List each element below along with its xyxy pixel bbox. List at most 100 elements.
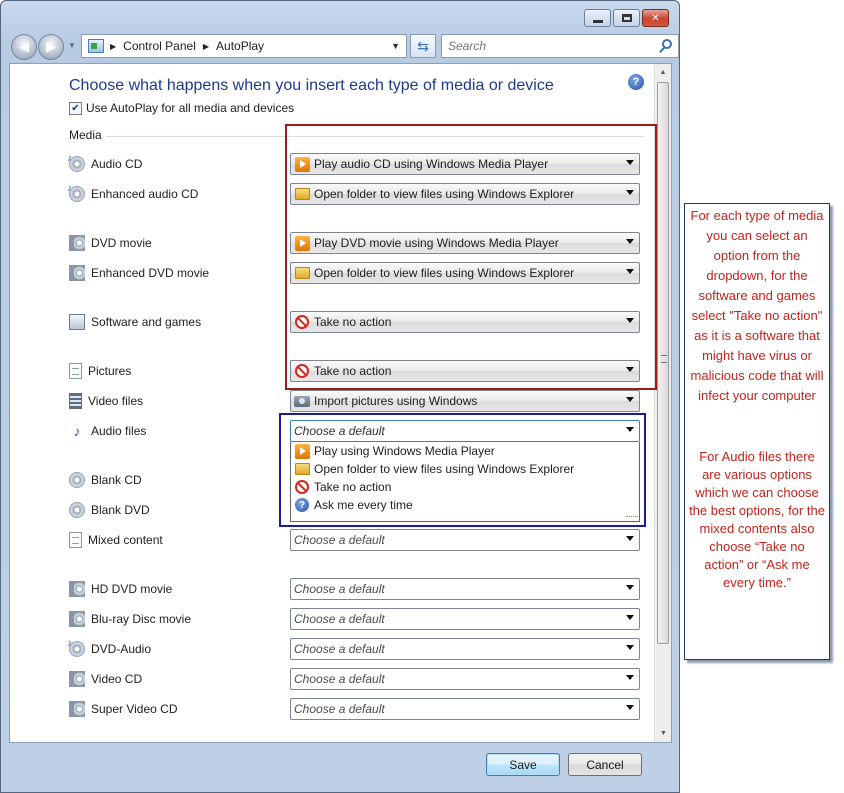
caption-buttons: ✕ <box>584 9 669 27</box>
media-label: Blu-ray Disc movie <box>91 612 192 626</box>
highlight-frame-audio-files <box>279 413 646 527</box>
media-row-audio-files: ♪ Audio files <box>69 423 147 439</box>
dropdown-arrow-icon[interactable] <box>626 615 634 620</box>
breadcrumb-control-panel[interactable]: Control Panel <box>123 39 196 53</box>
dvd-icon <box>69 581 85 597</box>
media-label: Software and games <box>91 315 202 329</box>
media-row-dvd-movie: DVD movie <box>69 235 152 251</box>
scroll-grip-icon <box>661 355 667 363</box>
media-row-software-games: Software and games <box>69 314 201 330</box>
select-value: Choose a default <box>294 533 385 547</box>
media-label: DVD-Audio <box>91 642 152 656</box>
annotation-text-1: For each type of media you can select an… <box>690 208 824 403</box>
address-dropdown-icon[interactable]: ▼ <box>391 41 400 51</box>
dvd-audio-select[interactable]: Choose a default <box>290 638 640 660</box>
dropdown-arrow-icon[interactable] <box>626 585 634 590</box>
scroll-up-icon[interactable]: ▲ <box>655 64 671 81</box>
media-row-enhanced-audio-cd: Enhanced audio CD <box>67 183 199 202</box>
select-value: Choose a default <box>294 702 385 716</box>
scroll-down-icon[interactable]: ▼ <box>655 725 671 742</box>
search-icon[interactable] <box>662 39 672 49</box>
address-bar[interactable]: ▶ Control Panel ▶ AutoPlay ▼ <box>81 34 407 58</box>
dropdown-arrow-icon[interactable] <box>626 705 634 710</box>
select-value: Choose a default <box>294 672 385 686</box>
back-button[interactable]: ◀ <box>11 34 37 60</box>
dvd-icon <box>69 701 85 717</box>
search-box[interactable] <box>441 34 679 58</box>
media-row-enhanced-dvd-movie: Enhanced DVD movie <box>69 265 209 281</box>
page-title: Choose what happens when you insert each… <box>69 77 554 94</box>
media-row-dvd-audio: DVD-Audio <box>67 638 152 657</box>
breadcrumb-separator-icon[interactable]: ▶ <box>110 42 116 51</box>
refresh-button[interactable]: ⇆ <box>410 34 436 58</box>
help-icon[interactable]: ? <box>628 74 644 90</box>
media-row-super-video-cd: Super Video CD <box>69 701 178 717</box>
media-label: Enhanced DVD movie <box>91 266 210 280</box>
media-row-audio-cd: Audio CD <box>67 153 143 172</box>
media-label: Pictures <box>88 364 132 378</box>
dropdown-arrow-icon[interactable] <box>626 675 634 680</box>
dropdown-arrow-icon[interactable] <box>626 645 634 650</box>
dropdown-arrow-icon[interactable] <box>626 536 634 541</box>
hd-dvd-movie-select[interactable]: Choose a default <box>290 578 640 600</box>
media-row-video-cd: Video CD <box>69 671 142 687</box>
blu-ray-movie-select[interactable]: Choose a default <box>290 608 640 630</box>
video-cd-select[interactable]: Choose a default <box>290 668 640 690</box>
mixed-content-select[interactable]: Choose a default <box>290 529 640 551</box>
scroll-thumb[interactable] <box>657 82 669 644</box>
use-autoplay-label[interactable]: Use AutoPlay for all media and devices <box>86 101 294 115</box>
forward-button[interactable]: ▶ <box>38 34 64 60</box>
audio-cd-icon <box>67 153 85 172</box>
close-button[interactable]: ✕ <box>642 9 669 27</box>
media-label: Video files <box>88 394 144 408</box>
autoplay-window: ✕ ◀ ▶ ▼ ▶ Control Panel ▶ AutoPlay ▼ ⇆ C… <box>0 0 680 793</box>
media-row-blank-dvd: Blank DVD <box>69 502 150 518</box>
media-label: DVD movie <box>91 236 152 250</box>
maximize-icon <box>621 14 632 22</box>
use-autoplay-option[interactable]: ✔ Use AutoPlay for all media and devices <box>69 101 294 115</box>
media-label: Audio CD <box>91 157 143 171</box>
close-icon: ✕ <box>651 12 660 24</box>
media-label: Blank CD <box>91 473 142 487</box>
maximize-button[interactable] <box>613 9 640 27</box>
recent-pages-chevron-icon[interactable]: ▼ <box>68 41 76 50</box>
audio-cd-icon <box>67 638 85 657</box>
media-label: Audio files <box>91 424 147 438</box>
media-row-blank-cd: Blank CD <box>69 472 142 488</box>
minimize-button[interactable] <box>584 9 611 27</box>
dvd-icon <box>69 671 85 687</box>
select-value: Choose a default <box>294 612 385 626</box>
search-input[interactable] <box>442 35 642 57</box>
video-files-select[interactable]: Import pictures using Windows <box>290 390 640 412</box>
control-panel-icon <box>88 39 104 53</box>
mixed-content-icon <box>69 532 82 548</box>
blank-cd-icon <box>69 472 85 488</box>
pictures-icon <box>69 363 82 379</box>
media-label: Enhanced audio CD <box>91 187 199 201</box>
media-row-blu-ray-movie: Blu-ray Disc movie <box>69 611 191 627</box>
breadcrumb-separator-icon[interactable]: ▶ <box>203 42 209 51</box>
media-section-label: Media <box>69 128 102 142</box>
media-row-pictures: Pictures <box>69 363 131 379</box>
media-row-hd-dvd-movie: HD DVD movie <box>69 581 172 597</box>
media-label: HD DVD movie <box>91 582 173 596</box>
select-value: Choose a default <box>294 642 385 656</box>
media-label: Mixed content <box>88 533 163 547</box>
select-value: Import pictures using Windows <box>314 394 478 408</box>
super-video-cd-select[interactable]: Choose a default <box>290 698 640 720</box>
use-autoplay-checkbox[interactable]: ✔ <box>69 101 82 115</box>
navigation-bar: ◀ ▶ ▼ ▶ Control Panel ▶ AutoPlay ▼ ⇆ <box>9 33 679 60</box>
save-button[interactable]: Save <box>486 753 560 776</box>
audio-cd-icon <box>67 183 85 202</box>
media-row-mixed-content: Mixed content <box>69 532 163 548</box>
breadcrumb-autoplay[interactable]: AutoPlay <box>216 39 264 53</box>
minimize-icon <box>592 19 603 23</box>
select-value: Choose a default <box>294 582 385 596</box>
media-label: Blank DVD <box>91 503 150 517</box>
dropdown-arrow-icon[interactable] <box>626 397 634 402</box>
cancel-button[interactable]: Cancel <box>568 753 642 776</box>
camera-icon <box>294 393 310 409</box>
media-label: Super Video CD <box>91 702 178 716</box>
dvd-icon <box>69 265 85 281</box>
blank-dvd-icon <box>69 502 85 518</box>
